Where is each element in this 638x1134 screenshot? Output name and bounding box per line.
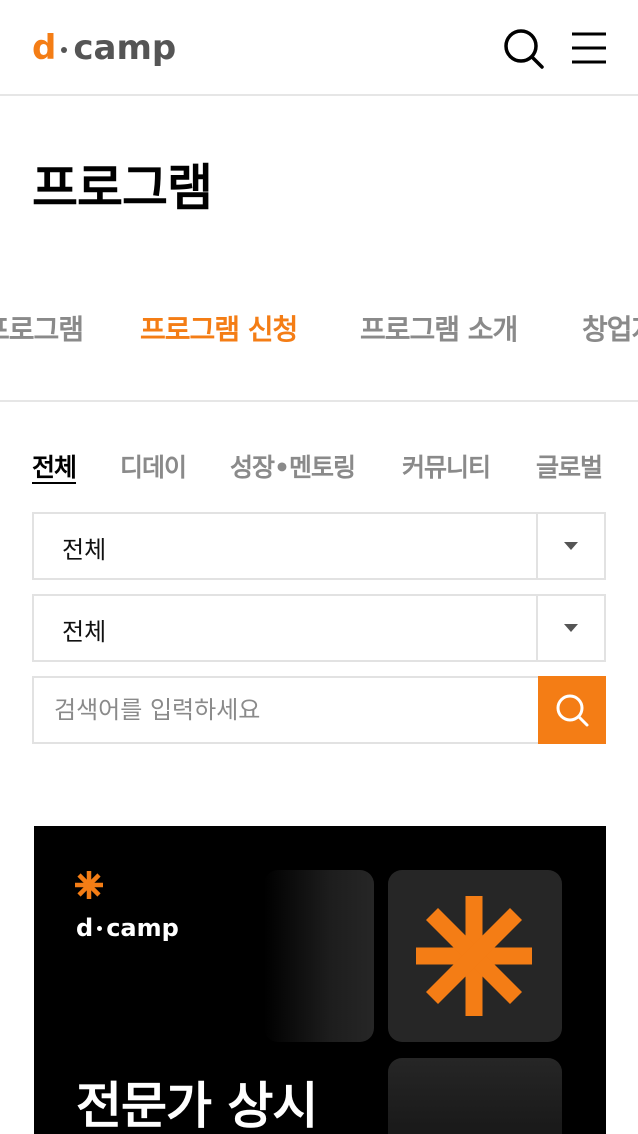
banner-tile — [264, 870, 374, 1042]
search-icon[interactable] — [500, 26, 548, 70]
banner-logo-d: d — [76, 914, 94, 942]
program-tabs: 프로그램 프로그램 신청 프로그램 소개 창업지 — [0, 296, 638, 402]
logo-camp: camp — [73, 28, 177, 68]
banner-logo-dot — [97, 925, 103, 931]
tab-startup[interactable]: 창업지 — [582, 308, 638, 348]
select-1-value: 전체 — [62, 536, 107, 564]
select-2-arrow[interactable] — [536, 596, 604, 660]
tab-program-intro[interactable]: 프로그램 소개 — [360, 308, 518, 348]
hamburger-menu-icon[interactable] — [568, 28, 610, 68]
search-input[interactable] — [34, 678, 538, 742]
filter-select-1[interactable]: 전체 — [32, 512, 606, 580]
chevron-down-icon — [564, 624, 578, 632]
search-field — [32, 676, 538, 744]
category-growth-mentoring[interactable]: 성장•멘토링 — [230, 448, 356, 484]
category-dday[interactable]: 디데이 — [120, 448, 187, 484]
category-community[interactable]: 커뮤니티 — [402, 448, 491, 484]
select-1-arrow[interactable] — [536, 514, 604, 578]
page-title: 프로그램 — [32, 159, 213, 217]
search-icon — [556, 694, 589, 727]
chevron-down-icon — [564, 542, 578, 550]
filter-select-2[interactable]: 전체 — [32, 594, 606, 662]
tab-program[interactable]: 프로그램 — [0, 308, 84, 348]
top-header: d camp — [0, 0, 638, 96]
banner-logo-camp: camp — [106, 914, 179, 942]
asterisk-icon — [416, 896, 532, 1016]
banner-tile — [388, 1058, 562, 1134]
banner-headline: 전문가 상시 — [76, 1077, 318, 1134]
category-all[interactable]: 전체 — [32, 448, 77, 484]
select-2-value: 전체 — [62, 618, 107, 646]
dcamp-logo[interactable]: d camp — [32, 28, 177, 68]
asterisk-icon — [75, 871, 103, 899]
category-filter: 전체 디데이 성장•멘토링 커뮤니티 글로벌 — [32, 448, 612, 488]
logo-dot — [61, 47, 68, 53]
logo-d: d — [32, 28, 56, 68]
program-banner[interactable]: d camp 전문가 상시 — [34, 826, 606, 1134]
banner-dcamp-logo: d camp — [76, 914, 179, 942]
tab-program-apply[interactable]: 프로그램 신청 — [140, 308, 298, 348]
search-submit-button[interactable] — [538, 676, 606, 744]
category-global[interactable]: 글로벌 — [536, 448, 603, 484]
